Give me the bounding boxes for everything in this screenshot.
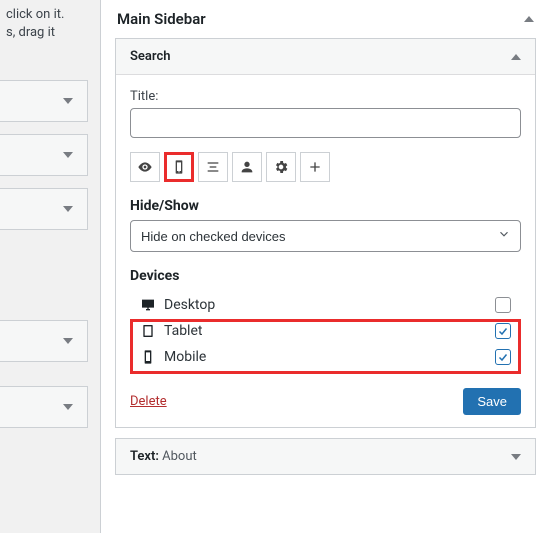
widget-header[interactable]: Text: About bbox=[116, 439, 535, 474]
align-icon bbox=[205, 159, 221, 175]
widget-stub[interactable] bbox=[0, 134, 88, 176]
hint-line-1: click on it. bbox=[6, 6, 94, 24]
device-row-desktop[interactable]: Desktop bbox=[134, 292, 517, 318]
device-name: Tablet bbox=[164, 323, 202, 339]
alignment-tab[interactable] bbox=[198, 152, 228, 182]
widget-header[interactable]: Search bbox=[116, 39, 535, 74]
title-field-label: Title: bbox=[130, 89, 521, 104]
widget-body: Title: bbox=[116, 74, 535, 427]
caret-down-icon bbox=[511, 454, 521, 460]
settings-tab[interactable] bbox=[266, 152, 296, 182]
caret-up-icon bbox=[524, 16, 534, 22]
caret-down-icon bbox=[63, 152, 73, 158]
devices-tab[interactable] bbox=[164, 152, 194, 182]
device-checkbox-mobile[interactable] bbox=[495, 349, 511, 365]
devices-label: Devices bbox=[130, 268, 521, 284]
caret-down-icon bbox=[63, 98, 73, 104]
device-row-mobile[interactable]: Mobile bbox=[134, 344, 517, 370]
device-checkbox-desktop[interactable] bbox=[495, 297, 511, 313]
widget-options-toolbar bbox=[130, 152, 521, 182]
sidebar-panel: Main Sidebar Search Title: bbox=[100, 0, 550, 533]
hideshow-select[interactable]: Hide on checked devices bbox=[130, 220, 521, 252]
gear-icon bbox=[273, 159, 289, 175]
caret-down-icon bbox=[63, 404, 73, 410]
widget-footer: Delete Save bbox=[130, 388, 521, 415]
title-input[interactable] bbox=[130, 108, 521, 138]
hint-text: click on it. s, drag it bbox=[0, 6, 100, 42]
widget-search: Search Title: bbox=[115, 38, 536, 428]
mobile-icon bbox=[171, 159, 187, 175]
hideshow-label: Hide/Show bbox=[130, 198, 521, 214]
delete-link[interactable]: Delete bbox=[130, 394, 167, 409]
user-tab[interactable] bbox=[232, 152, 262, 182]
caret-down-icon bbox=[63, 206, 73, 212]
device-checkbox-tablet[interactable] bbox=[495, 323, 511, 339]
device-name: Desktop bbox=[164, 297, 215, 313]
widget-text-about: Text: About bbox=[115, 438, 536, 475]
mobile-icon bbox=[140, 349, 156, 365]
caret-down-icon bbox=[63, 338, 73, 344]
panel-title: Main Sidebar bbox=[117, 10, 206, 28]
panel-header[interactable]: Main Sidebar bbox=[101, 0, 550, 38]
device-name: Mobile bbox=[164, 349, 206, 365]
available-widgets-column: click on it. s, drag it bbox=[0, 0, 100, 533]
widget-stub[interactable] bbox=[0, 80, 88, 122]
hint-line-2: s, drag it bbox=[6, 24, 94, 42]
widget-stub[interactable] bbox=[0, 386, 88, 428]
device-row-tablet[interactable]: Tablet bbox=[134, 318, 517, 344]
plus-icon bbox=[307, 159, 323, 175]
save-button[interactable]: Save bbox=[463, 388, 521, 415]
user-icon bbox=[239, 159, 255, 175]
widget-title: Search bbox=[130, 49, 171, 64]
desktop-icon bbox=[140, 297, 156, 313]
visibility-tab[interactable] bbox=[130, 152, 160, 182]
widget-type: Text: bbox=[130, 449, 159, 464]
add-tab[interactable] bbox=[300, 152, 330, 182]
widget-stub[interactable] bbox=[0, 320, 88, 362]
devices-list: Desktop Tablet Mobil bbox=[130, 290, 521, 372]
widget-instance-name: About bbox=[162, 449, 197, 464]
tablet-icon bbox=[140, 323, 156, 339]
widget-stub[interactable] bbox=[0, 188, 88, 230]
eye-icon bbox=[137, 159, 153, 175]
caret-up-icon bbox=[511, 54, 521, 60]
